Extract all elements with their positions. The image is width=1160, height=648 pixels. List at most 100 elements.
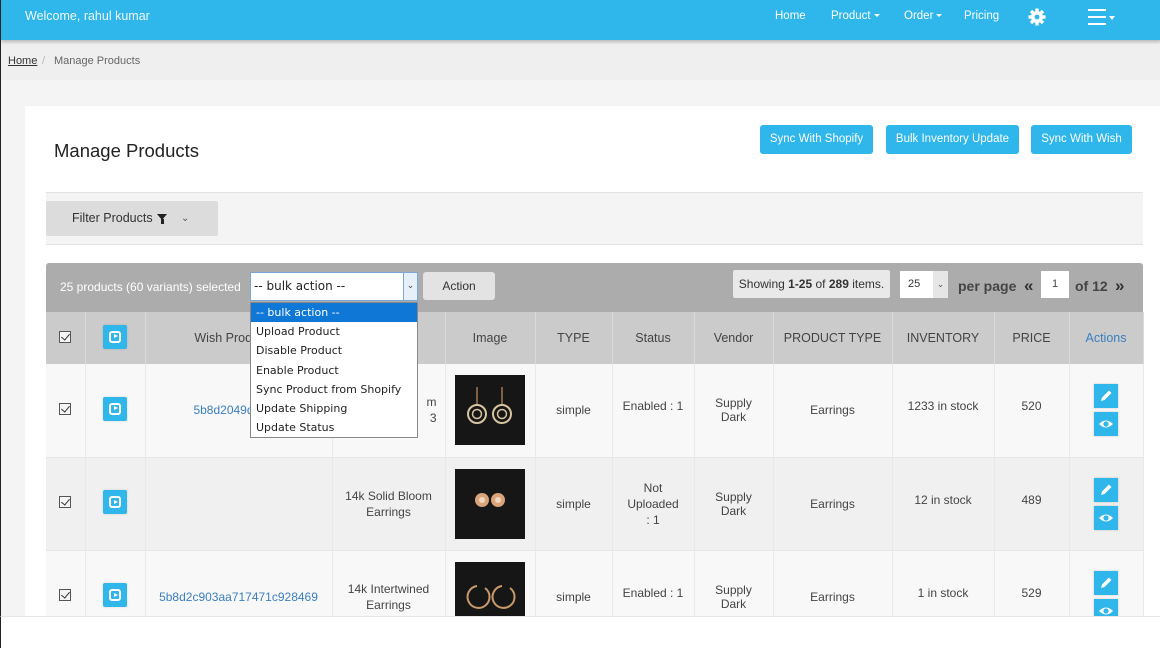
per-page-value: 25 — [908, 278, 921, 290]
table-row: 5b8d2c903aa717471c928469 14k Intertwined… — [46, 550, 1144, 616]
products-panel: 25 products (60 variants) selected -- bu… — [46, 263, 1144, 616]
name-cell: 14k Intertwined Earrings — [332, 550, 446, 616]
status-cell: Enabled : 1 — [612, 550, 695, 616]
wish-product-link[interactable]: 5b8d2c903aa717471c928469 — [159, 590, 318, 604]
bulk-option-update-shipping[interactable]: Update Shipping — [251, 399, 417, 418]
previous-page-button[interactable]: « — [1024, 276, 1033, 296]
eye-icon — [1099, 514, 1113, 521]
type-cell: simple — [535, 550, 613, 616]
pencil-icon — [1101, 390, 1112, 402]
header-price[interactable]: PRICE — [994, 312, 1070, 364]
bulk-action-value: -- bulk action -- — [254, 279, 346, 293]
view-button[interactable] — [1094, 412, 1118, 437]
image-cell — [445, 550, 536, 616]
type-cell: simple — [535, 364, 613, 458]
row-select-cell — [46, 550, 86, 616]
products-table: Wish Product Id Name Image TYPE Status V… — [46, 312, 1144, 616]
action-button[interactable]: Action — [423, 272, 495, 300]
sync-shopify-button[interactable]: Sync With Shopify — [760, 125, 873, 154]
row-checkbox[interactable] — [59, 496, 72, 508]
bulk-option-upload-product[interactable]: Upload Product — [251, 322, 417, 341]
type-cell: simple — [535, 457, 613, 551]
header-product-type[interactable]: PRODUCT TYPE — [773, 312, 893, 364]
chevron-down-icon: ⌄ — [403, 273, 417, 300]
image-cell — [445, 364, 536, 458]
price-cell: 529 — [994, 550, 1070, 616]
product-type-cell: Earrings — [773, 457, 893, 551]
inventory-cell: 1 in stock — [892, 550, 995, 616]
header-actions: Actions — [1069, 312, 1144, 364]
product-type-cell: Earrings — [773, 364, 893, 458]
inventory-cell: 12 in stock — [892, 457, 995, 551]
nav-product-dropdown[interactable]: Product — [831, 10, 880, 22]
edit-button[interactable] — [1094, 570, 1118, 595]
manage-products-card: Manage Products Sync With Shopify Bulk I… — [25, 106, 1160, 616]
name-cell: 14k Solid Bloom Earrings — [332, 457, 446, 551]
nav-pricing[interactable]: Pricing — [964, 10, 999, 22]
bulk-option-none[interactable]: -- bulk action -- — [251, 303, 417, 323]
actions-cell — [1069, 457, 1144, 551]
view-button[interactable] — [1094, 505, 1118, 530]
row-checkbox[interactable] — [59, 402, 72, 415]
next-page-button[interactable]: » — [1115, 276, 1124, 296]
table-row: 14k Solid Bloom Earrings simple Not Uplo… — [46, 457, 1144, 551]
table-row: 5b8d2049d57b4f m 3 simple Enabled: 1 Su… — [46, 364, 1144, 458]
menu-bar — [1088, 9, 1106, 11]
bulk-option-disable-product[interactable]: Disable Product — [251, 341, 417, 360]
nav-order-dropdown[interactable]: Order — [904, 10, 943, 22]
bulk-option-sync-from-shopify[interactable]: Sync Product from Shopify — [251, 380, 417, 399]
video-icon[interactable] — [103, 396, 127, 421]
header-select-all[interactable] — [46, 312, 86, 364]
filter-products-label: Filter Products — [72, 211, 153, 225]
filter-products-button[interactable]: Filter Products ⌄ — [46, 201, 218, 236]
showing-total: 289 — [828, 277, 849, 291]
filter-funnel-icon — [157, 214, 167, 224]
nav-product-label: Product — [831, 10, 871, 22]
bulk-inventory-update-button[interactable]: Bulk Inventory Update — [886, 125, 1019, 154]
vendor-cell: Supply Dark — [694, 364, 774, 458]
eye-icon — [1099, 420, 1113, 428]
app-viewport: Welcome, rahul kumar Home Product Order … — [0, 0, 1160, 616]
top-navbar: Welcome, rahul kumar Home Product Order … — [1, 0, 1160, 40]
video-icon[interactable] — [103, 324, 127, 349]
page-total: of 12 — [1075, 278, 1108, 294]
row-video-cell — [85, 364, 146, 458]
header-status[interactable]: Status — [612, 312, 695, 364]
bulk-option-update-status[interactable]: Update Status — [251, 418, 417, 437]
header-inventory[interactable]: INVENTORY — [892, 312, 995, 364]
bulk-option-enable-product[interactable]: Enable Product — [251, 361, 417, 380]
video-icon[interactable] — [103, 583, 127, 607]
select-all-checkbox[interactable] — [59, 330, 72, 343]
hamburger-menu-icon[interactable] — [1088, 8, 1122, 28]
nav-home[interactable]: Home — [775, 10, 806, 22]
gear-icon[interactable] — [1027, 7, 1047, 27]
product-name: 14k Solid Bloom Earrings — [345, 488, 432, 519]
row-checkbox[interactable] — [59, 589, 72, 601]
view-button[interactable] — [1094, 598, 1118, 616]
bulk-action-select[interactable]: -- bulk action -- ⌄ — [250, 272, 418, 301]
edit-button[interactable] — [1094, 384, 1118, 409]
page-number-input[interactable] — [1041, 271, 1069, 298]
header-video — [85, 312, 146, 364]
bulk-action-dropdown-list: -- bulk action -- Upload Product Disable… — [250, 302, 418, 438]
page-title: Manage Products — [54, 140, 200, 161]
video-icon[interactable] — [103, 490, 127, 514]
per-page-select[interactable]: 25 ⌄ — [900, 271, 948, 298]
chevron-down-icon: ⌄ — [933, 271, 948, 298]
product-name: 14k Intertwined Earrings — [347, 581, 430, 612]
breadcrumb: Home / Manage Products — [1, 42, 1160, 80]
per-page-label: per page — [958, 278, 1017, 294]
sync-wish-button[interactable]: Sync With Wish — [1031, 125, 1132, 154]
edit-button[interactable] — [1094, 477, 1118, 502]
pencil-icon — [1101, 484, 1112, 495]
actions-cell — [1069, 364, 1144, 458]
showing-of: of — [812, 277, 829, 291]
header-type[interactable]: TYPE — [535, 312, 613, 364]
nav-pricing-label: Pricing — [964, 10, 1000, 22]
nav-home-label: Home — [775, 10, 806, 22]
breadcrumb-home-link[interactable]: Home — [8, 55, 37, 67]
row-select-cell — [46, 457, 86, 551]
header-vendor[interactable]: Vendor — [694, 312, 774, 364]
breadcrumb-current: Manage Products — [54, 55, 141, 67]
table-toolbar: 25 products (60 variants) selected -- bu… — [46, 263, 1143, 312]
